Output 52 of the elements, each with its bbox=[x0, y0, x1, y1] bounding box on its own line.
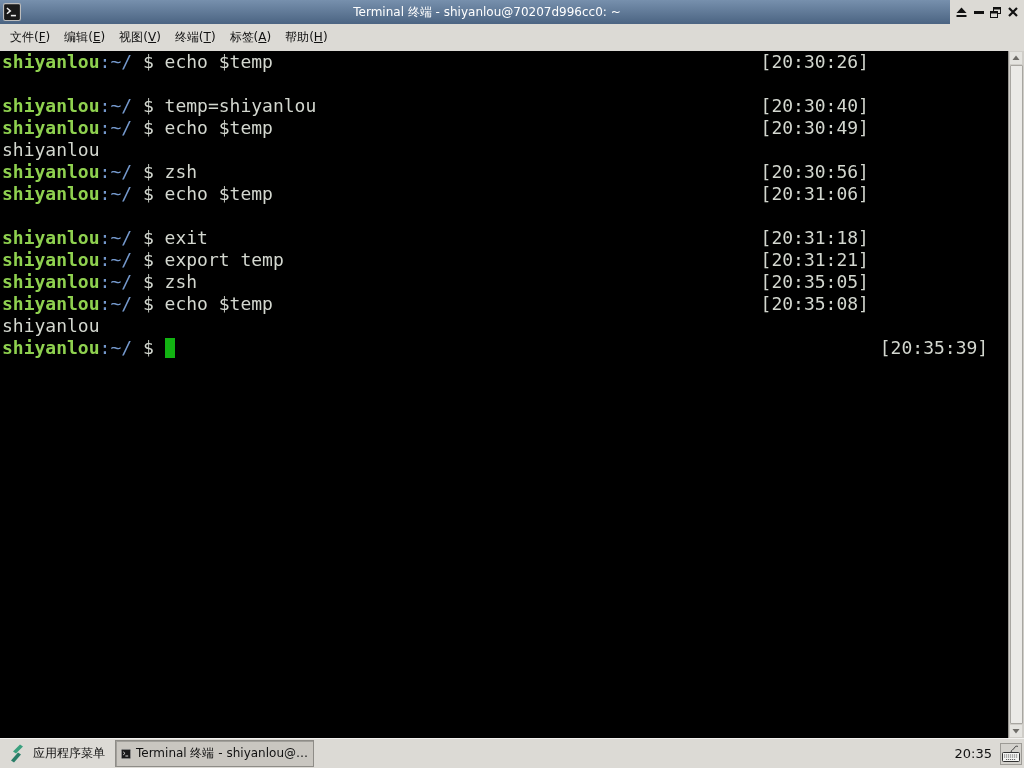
timestamp: [20:30:40] bbox=[760, 95, 870, 117]
command-text: echo $temp bbox=[164, 117, 273, 139]
timestamp: [20:35:39] bbox=[879, 337, 989, 359]
shell-prompt: shiyanlou:~/ $ bbox=[2, 51, 154, 73]
timestamp: [20:30:26] bbox=[760, 51, 870, 73]
command-text: echo $temp bbox=[164, 183, 273, 205]
scroll-up-icon[interactable] bbox=[1010, 52, 1022, 64]
minimize-icon[interactable] bbox=[973, 10, 984, 14]
app-menu-button[interactable]: 应用程序菜单 bbox=[8, 744, 115, 763]
close-icon[interactable] bbox=[1007, 7, 1018, 17]
shell-prompt: shiyanlou:~/ $ bbox=[2, 293, 154, 315]
timestamp: [20:30:56] bbox=[760, 161, 870, 183]
menu-item[interactable]: 视图(V) bbox=[112, 27, 168, 48]
shell-prompt: shiyanlou:~/ $ bbox=[2, 95, 154, 117]
timestamp: [20:31:18] bbox=[760, 227, 870, 249]
command-text: export temp bbox=[164, 249, 284, 271]
command-text: temp=shiyanlou bbox=[164, 95, 317, 117]
shell-prompt: shiyanlou:~/ $ bbox=[2, 249, 154, 271]
shell-prompt: shiyanlou:~/ $ bbox=[2, 117, 154, 139]
window-title: Terminal 终端 - shiyanlou@70207d996cc0: ~ bbox=[352, 3, 622, 21]
menu-item[interactable]: 文件(F) bbox=[3, 27, 58, 48]
leaf-icon bbox=[10, 744, 24, 763]
shell-prompt: shiyanlou:~/ $ bbox=[2, 337, 154, 359]
command-text: echo $temp bbox=[164, 51, 273, 73]
keyboard-icon[interactable] bbox=[1000, 742, 1022, 765]
timestamp: [20:35:05] bbox=[760, 271, 870, 293]
eject-icon[interactable] bbox=[956, 7, 968, 17]
command-text: zsh bbox=[164, 161, 198, 183]
menu-item[interactable]: 编辑(E) bbox=[57, 27, 113, 48]
timestamp: [20:35:08] bbox=[760, 293, 870, 315]
output-text: shiyanlou bbox=[2, 315, 100, 337]
text-cursor-icon bbox=[164, 338, 176, 358]
shell-prompt: shiyanlou:~/ $ bbox=[2, 271, 154, 293]
shell-prompt: shiyanlou:~/ $ bbox=[2, 161, 154, 183]
restore-icon[interactable] bbox=[990, 6, 1002, 18]
shell-prompt: shiyanlou:~/ $ bbox=[2, 227, 154, 249]
timestamp: [20:30:49] bbox=[760, 117, 870, 139]
command-text: exit bbox=[164, 227, 208, 249]
timestamp: [20:31:21] bbox=[760, 249, 870, 271]
scroll-down-icon[interactable] bbox=[1010, 725, 1022, 737]
command-text: echo $temp bbox=[164, 293, 273, 315]
shell-prompt: shiyanlou:~/ $ bbox=[2, 183, 154, 205]
menu-item[interactable]: 标签(A) bbox=[222, 27, 279, 48]
command-text: zsh bbox=[164, 271, 198, 293]
menu-item[interactable]: 帮助(H) bbox=[278, 27, 335, 48]
menu-item[interactable]: 终端(T) bbox=[167, 27, 223, 48]
timestamp: [20:31:06] bbox=[760, 183, 870, 205]
clock-text: 20:35 bbox=[954, 746, 992, 761]
scrollbar-thumb[interactable] bbox=[1010, 65, 1023, 724]
output-text: shiyanlou bbox=[2, 139, 100, 161]
taskbar-button[interactable]: Terminal 终端 - shiyanlou@… bbox=[115, 740, 314, 767]
terminal-icon[interactable] bbox=[3, 3, 21, 21]
